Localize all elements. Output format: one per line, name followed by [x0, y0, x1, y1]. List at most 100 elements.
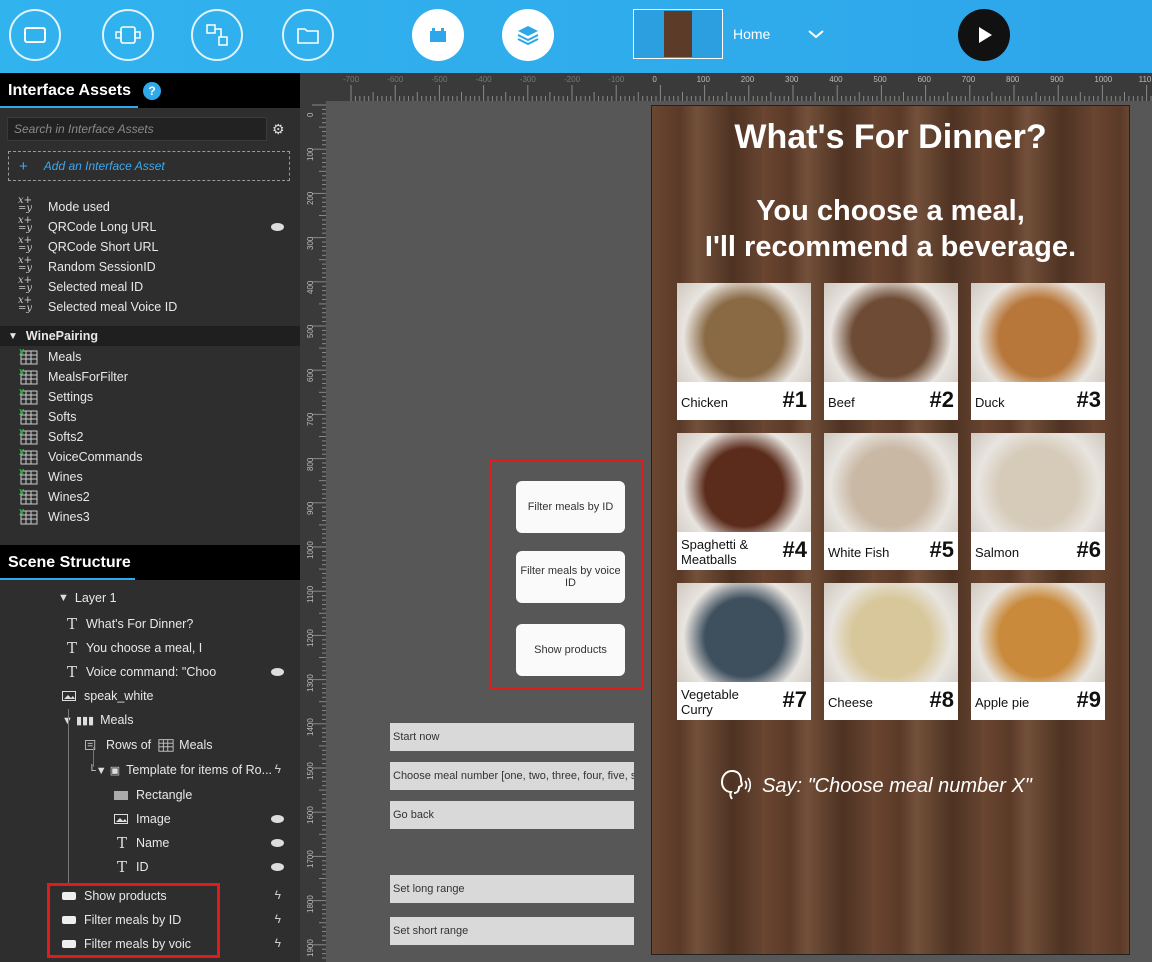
text-element-row[interactable]: T ID — [114, 856, 149, 878]
meal-card[interactable]: Apple pie #9 — [971, 583, 1105, 720]
template-row[interactable]: └▼ ▣ Template for items of Ro... — [88, 759, 272, 781]
ruler-label: 200 — [306, 192, 315, 206]
table-label: Wines — [48, 470, 83, 484]
voice-command-box[interactable]: Choose meal number [one, two, three, fou… — [390, 762, 634, 790]
meal-card[interactable]: Chicken #1 — [677, 283, 811, 420]
variable-row[interactable]: x+ =y Selected meal Voice ID — [0, 296, 300, 317]
layer-row[interactable]: ▼ Layer 1 — [58, 587, 117, 609]
bolt-icon[interactable]: ϟ — [275, 762, 281, 776]
screen-name[interactable]: Home — [733, 26, 770, 42]
text-icon: T — [116, 858, 127, 876]
eye-icon[interactable] — [271, 815, 284, 823]
ruler-label: 400 — [306, 280, 315, 294]
filter-by-voice-id-button[interactable]: Filter meals by voice ID — [516, 551, 625, 603]
table-icon: X — [19, 448, 38, 465]
image-element-row[interactable]: Image — [114, 808, 171, 830]
table-row[interactable]: X VoiceCommands — [0, 447, 300, 467]
top-toolbar: Home — [0, 0, 1152, 73]
variable-row[interactable]: x+ =y Selected meal ID — [0, 276, 300, 297]
meal-card[interactable]: Salmon #6 — [971, 433, 1105, 570]
bolt-icon[interactable]: ϟ — [275, 912, 281, 926]
table-row[interactable]: X Wines3 — [0, 507, 300, 527]
meal-card[interactable]: Beef #2 — [824, 283, 958, 420]
eye-icon[interactable] — [271, 839, 284, 847]
image-element-row[interactable]: speak_white — [62, 685, 154, 707]
eye-icon[interactable] — [271, 863, 284, 871]
bolt-icon[interactable]: ϟ — [275, 888, 281, 902]
show-products-button[interactable]: Show products — [516, 624, 625, 676]
text-element-row[interactable]: T You choose a meal, I — [64, 637, 202, 659]
brick-icon[interactable] — [412, 9, 464, 61]
meal-card[interactable]: Cheese #8 — [824, 583, 958, 720]
text-element-row[interactable]: T Name — [114, 832, 169, 854]
table-label: Softs — [48, 410, 77, 424]
meal-card[interactable]: Spaghetti & Meatballs #4 — [677, 433, 811, 570]
gear-icon[interactable]: ⚙ — [272, 121, 285, 138]
filter-by-id-button[interactable]: Filter meals by ID — [516, 481, 625, 533]
voice-hint-text: Say: "Choose meal number X" — [762, 774, 1032, 797]
rectangle-row[interactable]: Rectangle — [114, 784, 192, 806]
screen-thumbnail[interactable] — [633, 9, 723, 59]
meal-id: #7 — [782, 687, 807, 712]
svg-text:X: X — [19, 408, 25, 417]
ruler-label: -100 — [608, 75, 625, 84]
variable-row[interactable]: x+ =y Mode used — [0, 196, 300, 217]
voice-command-box[interactable]: Start now — [390, 723, 634, 751]
search-input[interactable]: Search in Interface Assets — [7, 117, 267, 141]
meal-image — [971, 433, 1105, 532]
text-element-row[interactable]: T Voice command: "Choo — [64, 661, 216, 683]
svg-text:X: X — [19, 448, 25, 457]
layers-icon[interactable] — [502, 9, 554, 61]
list-element-row[interactable]: ▼ ▮▮▮ Meals — [62, 709, 133, 731]
ruler-label: -500 — [431, 75, 448, 84]
text-element-row[interactable]: T What's For Dinner? — [64, 613, 193, 635]
layer-label: You choose a meal, I — [86, 641, 203, 655]
text-icon: T — [66, 663, 77, 681]
variable-row[interactable]: x+ =y QRCode Short URL — [0, 235, 300, 257]
ruler-label: 500 — [306, 324, 315, 338]
ruler-label: 1200 — [306, 629, 315, 648]
meal-card[interactable]: Duck #3 — [971, 283, 1105, 420]
variable-row[interactable]: x+ =y Random SessionID — [0, 256, 300, 277]
voice-command-box[interactable]: Set short range — [390, 917, 634, 945]
bolt-icon[interactable]: ϟ — [275, 936, 281, 950]
layer-label: Image — [136, 812, 171, 826]
table-row[interactable]: X MealsForFilter — [0, 367, 300, 387]
table-row[interactable]: X Settings — [0, 387, 300, 407]
meal-card[interactable]: White Fish #5 — [824, 433, 958, 570]
screen-preview[interactable]: What's For Dinner? You choose a meal, I'… — [651, 105, 1130, 955]
table-label: Settings — [48, 390, 94, 404]
play-button[interactable] — [958, 9, 1010, 61]
table-row[interactable]: X Wines2 — [0, 487, 300, 507]
device-icon[interactable] — [102, 9, 154, 61]
meal-card[interactable]: Vegetable Curry #7 — [677, 583, 811, 720]
table-row[interactable]: X Meals — [0, 347, 300, 367]
eye-icon[interactable] — [271, 223, 284, 231]
flow-icon[interactable] — [191, 9, 243, 61]
variable-icon: x+ =y — [18, 235, 33, 254]
folder-winepairing[interactable]: ▼ WinePairing — [0, 326, 300, 346]
add-asset-button[interactable]: + Add an Interface Asset — [8, 151, 290, 181]
help-icon[interactable]: ? — [143, 81, 162, 100]
meal-image — [971, 583, 1105, 682]
table-row[interactable]: X Softs — [0, 407, 300, 427]
screen-icon[interactable] — [9, 9, 61, 61]
scene-title: Scene Structure — [8, 553, 131, 571]
speaking-head-icon — [720, 769, 752, 800]
ruler-label: 100 — [306, 147, 315, 162]
table-row[interactable]: X Softs2 — [0, 427, 300, 447]
variable-row[interactable]: x+ =y QRCode Long URL — [0, 216, 300, 237]
folder-icon[interactable] — [282, 9, 334, 61]
table-row[interactable]: X Wines — [0, 467, 300, 487]
eye-icon[interactable] — [271, 668, 284, 676]
rows-of-row[interactable]: Rows of Meals — [84, 734, 213, 756]
voice-command-box[interactable]: Go back — [390, 801, 634, 829]
voice-command-box[interactable]: Set long range — [390, 875, 634, 903]
chevron-down-icon[interactable] — [806, 24, 826, 49]
list-icon: ▼ ▮▮▮ — [62, 714, 95, 727]
variable-label: QRCode Long URL — [48, 220, 157, 234]
meal-id: #5 — [929, 537, 954, 562]
ruler-label: 300 — [785, 75, 799, 84]
table-icon: X — [19, 348, 38, 365]
svg-text:X: X — [19, 508, 25, 517]
